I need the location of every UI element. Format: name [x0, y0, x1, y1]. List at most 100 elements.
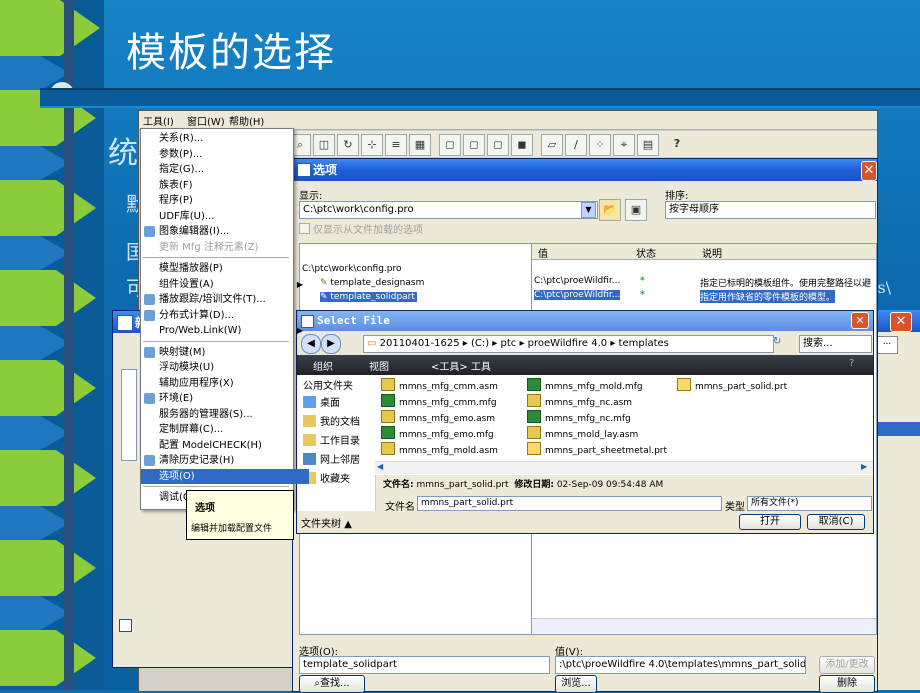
- scroll-left-icon[interactable]: ◀: [377, 462, 383, 471]
- find-button[interactable]: ⌕查找...: [299, 675, 365, 693]
- chevron-down-icon[interactable]: ▼: [581, 202, 596, 218]
- list-item[interactable]: mmns_mfg_emo.asm: [381, 410, 495, 425]
- close-icon[interactable]: ✕: [890, 312, 912, 332]
- menu-item-9[interactable]: 组件设置(A) ▶: [141, 277, 309, 293]
- zoom-box-icon[interactable]: ◫: [313, 134, 335, 156]
- file-list-scrollbar[interactable]: ◀ ▶: [375, 461, 873, 474]
- menu-help[interactable]: 帮助(H): [229, 113, 264, 128]
- option-input[interactable]: template_solidpart: [299, 656, 550, 674]
- menu-item-12[interactable]: Pro/Web.Link(W) ▶: [141, 323, 309, 339]
- organize-menu[interactable]: 组织: [313, 358, 333, 373]
- link-documents[interactable]: 我的文档: [303, 413, 360, 432]
- list-item[interactable]: mmns_part_sheetmetal.prt: [527, 442, 667, 457]
- menu-item-15[interactable]: 辅助应用程序(X): [141, 376, 309, 392]
- hidden-line-icon[interactable]: ◻: [463, 134, 485, 156]
- list-item[interactable]: mmns_part_solid.prt: [677, 378, 787, 393]
- menu-item-5[interactable]: UDF库(U)...: [141, 209, 309, 225]
- help-icon[interactable]: ?: [849, 358, 854, 369]
- views-menu[interactable]: 视图: [369, 358, 389, 373]
- menu-item-1[interactable]: 参数(P)...: [141, 147, 309, 163]
- value-input[interactable]: :\ptc\proeWildfire 4.0\templates\mmns_pa…: [555, 656, 806, 674]
- menu-item-21[interactable]: 选项(O): [141, 468, 309, 484]
- delete-button[interactable]: 删除: [819, 675, 875, 693]
- menu-item-8[interactable]: 模型播放器(P): [141, 261, 309, 277]
- menu-item-16[interactable]: 环境(E): [141, 391, 309, 407]
- menu-tools[interactable]: 工具(I): [143, 113, 174, 128]
- datum-icon[interactable]: ⊹: [361, 134, 383, 156]
- show-dropdown[interactable]: C:\ptc\work\config.pro: [299, 201, 598, 219]
- save-config-icon[interactable]: ▣: [625, 199, 647, 221]
- table-row-selected[interactable]: C:\ptc\proeWildfir... * 指定用作缺省的零件模板的模型。: [532, 290, 876, 304]
- wireframe-icon[interactable]: ◻: [439, 134, 461, 156]
- horizontal-scrollbar[interactable]: [532, 618, 876, 633]
- spin-icon[interactable]: ↻: [337, 134, 359, 156]
- list-item[interactable]: mmns_mfg_emo.mfg: [381, 426, 494, 441]
- list-item[interactable]: mmns_mfg_mold.mfg: [527, 378, 643, 393]
- menu-item-label: 定制屏幕(C)...: [159, 424, 224, 435]
- menu-item-13[interactable]: 映射键(M): [141, 345, 309, 361]
- datum-plane-icon[interactable]: ▱: [541, 134, 563, 156]
- bg-checkbox[interactable]: [119, 619, 132, 632]
- datum-point-icon[interactable]: ⁘: [589, 134, 611, 156]
- path-bar[interactable]: ▭ 20110401-1625 ▸ (C:) ▸ ptc ▸ proeWildf…: [363, 335, 774, 353]
- open-button[interactable]: 打开: [739, 514, 801, 530]
- list-item[interactable]: mmns_mfg_cmm.asm: [381, 378, 498, 393]
- mfg-file-icon: [527, 378, 541, 391]
- menu-item-3[interactable]: 族表(F): [141, 178, 309, 194]
- list-item[interactable]: mmns_mfg_mold.asm: [381, 442, 498, 457]
- menu-item-11[interactable]: 分布式计算(D)...: [141, 308, 309, 324]
- list-item[interactable]: mmns_mold_lay.asm: [527, 426, 638, 441]
- layers-icon[interactable]: ≡: [385, 134, 407, 156]
- menu-item-label: 播放跟踪/培训文件(T)...: [159, 294, 266, 305]
- context-help-icon[interactable]: ?: [667, 134, 687, 154]
- menu-item-17[interactable]: 服务器的管理器(S)...: [141, 407, 309, 423]
- link-network[interactable]: 网上邻居: [303, 451, 360, 470]
- menu-item-4[interactable]: 程序(P): [141, 193, 309, 209]
- slide-title: 模板的选择: [126, 30, 336, 76]
- menu-item-6[interactable]: 图象编辑器(I)...: [141, 224, 309, 240]
- list-item[interactable]: mmns_mfg_cmm.mfg: [381, 394, 497, 409]
- forward-icon[interactable]: ▶: [321, 334, 341, 354]
- tree-item-selected[interactable]: ✎ template_solidpart: [320, 292, 417, 302]
- csys-icon[interactable]: ⌖: [613, 134, 635, 156]
- cancel-button[interactable]: 取消(C): [807, 514, 865, 530]
- menu-item-0[interactable]: 关系(R)...: [141, 131, 309, 147]
- no-hidden-icon[interactable]: ◻: [487, 134, 509, 156]
- sort-dropdown[interactable]: 按字母顺序: [665, 201, 876, 219]
- link-favorites[interactable]: 收藏夹: [303, 470, 350, 489]
- environment-icon: [144, 393, 155, 404]
- menu-item-10[interactable]: 播放跟踪/培训文件(T)...: [141, 292, 309, 308]
- search-input[interactable]: 搜索...: [799, 335, 872, 353]
- menu-item-19[interactable]: 配置 ModelCHECK(H): [141, 438, 309, 454]
- list-item[interactable]: mmns_mfg_nc.asm: [527, 394, 632, 409]
- shading-icon[interactable]: ◼: [511, 134, 533, 156]
- bg-list: [121, 369, 137, 461]
- bg-more-button[interactable]: ...: [876, 336, 898, 354]
- save-view-icon[interactable]: ▦: [409, 134, 431, 156]
- menu-window[interactable]: 窗口(W): [187, 113, 225, 128]
- options-close-icon[interactable]: ✕: [861, 161, 877, 181]
- table-row[interactable]: C:\ptc\proeWildfir... * 指定已标明的模板组件。使用完整路…: [532, 276, 876, 290]
- tools-menu[interactable]: <工具> 工具: [431, 358, 491, 373]
- tree-root[interactable]: C:\ptc\work\config.pro: [302, 264, 402, 274]
- open-folder-icon[interactable]: 📂: [599, 199, 621, 221]
- menu-item-2[interactable]: 指定(G)...: [141, 162, 309, 178]
- scroll-right-icon[interactable]: ▶: [861, 462, 867, 471]
- tree-item[interactable]: ✎ template_designasm: [320, 278, 424, 288]
- link-working-dir[interactable]: 工作目录: [303, 432, 360, 451]
- menu-item-18[interactable]: 定制屏幕(C)...: [141, 422, 309, 438]
- type-dropdown[interactable]: 所有文件(*): [747, 496, 872, 511]
- annotation-icon[interactable]: ▤: [637, 134, 659, 156]
- menu-item-20[interactable]: 清除历史记录(H): [141, 453, 309, 469]
- datum-axis-icon[interactable]: ∕: [565, 134, 587, 156]
- select-file-close-icon[interactable]: ✕: [851, 312, 869, 329]
- col-value: 值: [538, 249, 548, 260]
- filename-input[interactable]: mmns_part_solid.prt: [417, 496, 722, 511]
- browse-button[interactable]: 浏览...: [555, 675, 597, 693]
- refresh-icon[interactable]: ↻: [773, 336, 781, 347]
- menu-item-14[interactable]: 浮动模块(U): [141, 360, 309, 376]
- list-item[interactable]: mmns_mfg_nc.mfg: [527, 410, 631, 425]
- folder-tree-toggle[interactable]: 文件夹树 ▲: [301, 515, 352, 530]
- add-change-button[interactable]: 添加/更改: [819, 656, 875, 674]
- pencil-icon: ✎: [320, 278, 331, 288]
